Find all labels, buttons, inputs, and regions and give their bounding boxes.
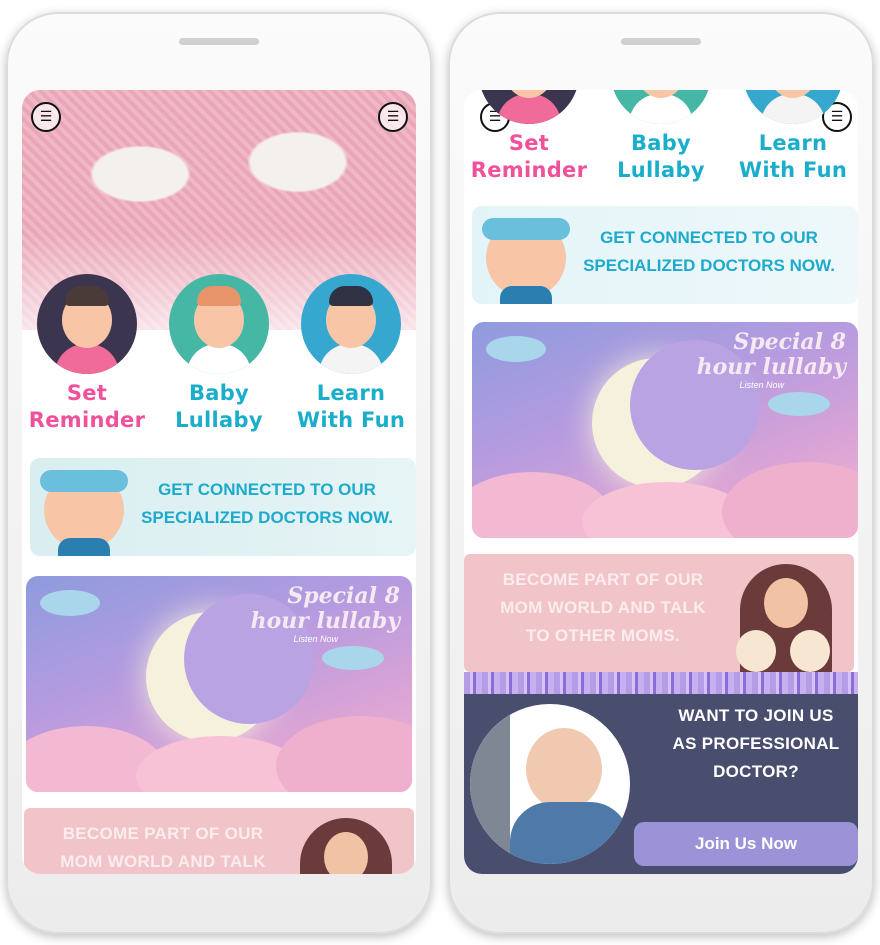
lullaby-title: Special 8 hour lullaby: [250, 583, 400, 634]
tile-learn-with-fun[interactable]: Learn With Fun: [728, 90, 858, 184]
baby-eating-icon: [479, 90, 579, 124]
phone-frame-left: ☰ ☰ Set Reminder Baby Lullaby Learn With…: [6, 12, 432, 934]
mom-world-text: BECOME PART OF OURMOM WORLD AND TALKTO O…: [500, 570, 706, 645]
join-doctor-banner: WANT TO JOIN US AS PROFESSIONAL DOCTOR? Jo…: [464, 694, 858, 874]
mother-children-illustration: [726, 560, 846, 672]
tile-set-reminder[interactable]: Set Reminder: [464, 90, 594, 184]
tile-label: Learn With Fun: [296, 381, 406, 432]
mom-world-banner[interactable]: BECOME PART OF OURMOM WORLD AND TALKTO O…: [464, 554, 854, 672]
tile-label: Baby Lullaby: [617, 131, 705, 182]
doctor-banner-text: GET CONNECTED TO OUR SPECIALIZED DOCTORS …: [583, 228, 835, 275]
baby-pacifier-icon: [611, 90, 711, 124]
baby-photo: [470, 704, 630, 864]
boy-learning-icon: [743, 90, 843, 124]
lullaby-subtitle[interactable]: Listen Now: [293, 634, 338, 644]
phone-speaker: [621, 38, 701, 45]
tile-label: Baby Lullaby: [175, 381, 263, 432]
app-screen-left[interactable]: ☰ ☰ Set Reminder Baby Lullaby Learn With…: [22, 90, 416, 874]
doctor-banner-text: GET CONNECTED TO OUR SPECIALIZED DOCTORS …: [141, 480, 393, 527]
phone-frame-right: ☰ ☰ Set Reminder Baby Lullaby Learn With…: [448, 12, 874, 934]
mom-world-text: BECOME PART OF OURMOM WORLD AND TALKTO O…: [60, 824, 266, 871]
lullaby-banner[interactable]: Special 8 hour lullaby Listen Now: [26, 576, 412, 792]
tile-label: Learn With Fun: [738, 131, 848, 182]
baby-eating-icon: [37, 274, 137, 374]
tile-label: Set Reminder: [470, 131, 588, 182]
glitter-divider: [464, 672, 858, 694]
tile-baby-lullaby[interactable]: Baby Lullaby: [596, 90, 726, 184]
baby-pacifier-icon: [169, 274, 269, 374]
feature-tiles: Set Reminder Baby Lullaby Learn With Fun: [22, 274, 416, 434]
mom-world-banner[interactable]: BECOME PART OF OURMOM WORLD AND TALKTO O…: [24, 808, 414, 874]
tile-baby-lullaby[interactable]: Baby Lullaby: [154, 274, 284, 434]
doctor-avatar-icon: [36, 460, 132, 556]
lullaby-subtitle[interactable]: Listen Now: [739, 380, 784, 390]
hamburger-icon[interactable]: ☰: [378, 102, 408, 132]
feature-tiles: Set Reminder Baby Lullaby Learn With Fun: [464, 90, 858, 184]
doctor-avatar-icon: [478, 208, 574, 304]
join-doctor-text: WANT TO JOIN US AS PROFESSIONAL DOCTOR?: [672, 706, 840, 781]
doctor-banner[interactable]: GET CONNECTED TO OUR SPECIALIZED DOCTORS …: [30, 458, 416, 556]
hamburger-icon[interactable]: ☰: [31, 102, 61, 132]
tile-learn-with-fun[interactable]: Learn With Fun: [286, 274, 416, 434]
boy-learning-icon: [301, 274, 401, 374]
lullaby-banner[interactable]: Special 8 hour lullaby Listen Now: [472, 322, 858, 538]
doctor-banner[interactable]: GET CONNECTED TO OUR SPECIALIZED DOCTORS …: [472, 206, 858, 304]
join-us-now-button[interactable]: Join Us Now: [634, 822, 858, 866]
lullaby-title: Special 8 hour lullaby: [696, 329, 846, 380]
tile-set-reminder[interactable]: Set Reminder: [22, 274, 152, 434]
tile-label: Set Reminder: [28, 381, 146, 432]
mother-children-illustration: [286, 814, 406, 874]
phone-speaker: [179, 38, 259, 45]
app-screen-right[interactable]: ☰ ☰ Set Reminder Baby Lullaby Learn With…: [464, 90, 858, 874]
